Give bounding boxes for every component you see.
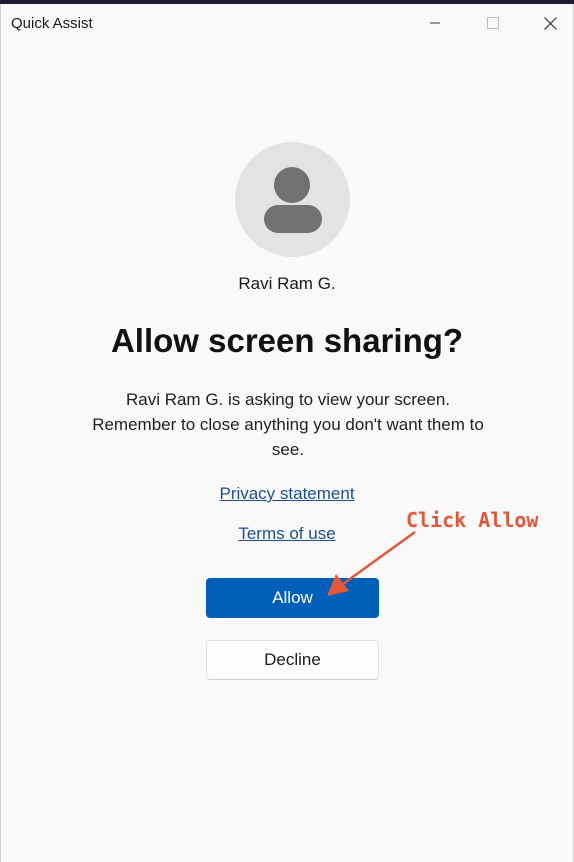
dialog-heading: Allow screen sharing? <box>110 322 464 359</box>
avatar <box>235 142 350 257</box>
allow-button[interactable]: Allow <box>206 578 379 618</box>
quick-assist-window: Quick Assist Ravi Ram G. Allow screen sh… <box>0 4 574 862</box>
close-icon <box>543 16 557 30</box>
decline-button[interactable]: Decline <box>206 640 379 680</box>
maximize-icon <box>487 17 499 29</box>
close-button[interactable] <box>521 4 574 42</box>
dialog-description: Ravi Ram G. is asking to view your scree… <box>92 390 484 459</box>
user-name: Ravi Ram G. <box>238 274 336 293</box>
person-icon-head <box>274 167 310 203</box>
maximize-button[interactable] <box>464 4 522 42</box>
title-bar: Quick Assist <box>1 4 573 44</box>
privacy-statement-link[interactable]: Privacy statement <box>1 484 573 504</box>
person-icon-body <box>264 205 322 233</box>
minimize-button[interactable] <box>406 4 464 42</box>
app-title: Quick Assist <box>11 15 93 32</box>
minimize-icon <box>430 22 440 24</box>
annotation-label: Click Allow <box>406 508 539 532</box>
